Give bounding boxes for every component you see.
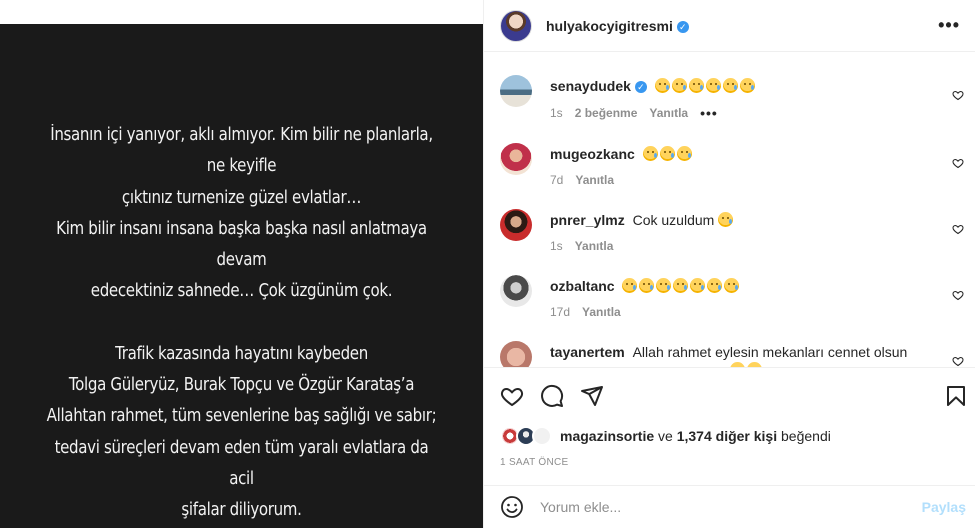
- comment-meta: 1s 2 beğenme Yanıtla •••: [550, 105, 718, 121]
- crying-face-icon: [690, 278, 706, 293]
- liker-username[interactable]: magazinsortie: [560, 428, 654, 444]
- comment-emojis: [642, 146, 694, 162]
- comment-more-button[interactable]: •••: [700, 105, 718, 121]
- post-image-text: İnsanın içi yanıyor, aklı almıyor. Kim b…: [41, 120, 443, 527]
- post-media[interactable]: İnsanın içi yanıyor, aklı almıyor. Kim b…: [0, 0, 483, 528]
- commenter-username[interactable]: ozbaltanc: [550, 278, 615, 294]
- crying-face-icon: [688, 78, 704, 93]
- comment-like-heart-icon[interactable]: [952, 157, 964, 169]
- post-header: hulyakocyigitresmi ✓ •••: [484, 0, 975, 52]
- commenter-avatar[interactable]: [500, 341, 532, 367]
- comment-icon[interactable]: [540, 384, 564, 408]
- liker-avatars[interactable]: [500, 426, 556, 446]
- bookmark-icon[interactable]: [944, 384, 968, 408]
- comment-like-heart-icon[interactable]: [952, 89, 964, 101]
- comment-meta: 7d Yanıtla: [550, 173, 614, 187]
- post-side-panel: hulyakocyigitresmi ✓ ••• senaydudek ✓ 1s 2…: [483, 0, 975, 528]
- comment-likes[interactable]: 2 beğenme: [575, 106, 638, 120]
- commenter-avatar[interactable]: [500, 75, 532, 107]
- likes-count[interactable]: 1,374 diğer kişi: [677, 428, 777, 444]
- post-text-paragraph-2: Trafik kazasında hayatını kaybeden Tolga…: [46, 343, 437, 521]
- comment-emojis: [654, 78, 757, 94]
- commenter-avatar[interactable]: [500, 209, 532, 241]
- liker-avatar: [532, 426, 552, 446]
- post-comment-button[interactable]: Paylaş: [922, 499, 966, 515]
- add-comment-bar: Paylaş: [484, 485, 975, 528]
- share-icon[interactable]: [580, 384, 604, 408]
- reply-button[interactable]: Yanıtla: [575, 239, 614, 253]
- comment-time[interactable]: 1s: [550, 239, 563, 253]
- crying-face-icon: [707, 278, 723, 293]
- reply-button[interactable]: Yanıtla: [575, 173, 614, 187]
- crying-face-icon: [724, 278, 740, 293]
- comment-meta: 1s Yanıtla: [550, 239, 613, 253]
- verified-badge-icon: ✓: [634, 81, 647, 94]
- comments-list[interactable]: senaydudek ✓ 1s 2 beğenme Yanıtla ••• mug…: [484, 52, 975, 367]
- heart-icon[interactable]: [500, 384, 524, 408]
- verified-badge-icon: ✓: [676, 20, 689, 33]
- crying-face-icon: [739, 78, 755, 93]
- comment-emojis: [622, 278, 741, 294]
- emoji-icon[interactable]: [500, 495, 524, 519]
- comment-like-heart-icon[interactable]: [952, 289, 964, 301]
- commenter-username[interactable]: senaydudek: [550, 78, 631, 94]
- comment-text: Cok uzuldum: [632, 212, 715, 228]
- reply-button[interactable]: Yanıtla: [582, 305, 621, 319]
- crying-face-icon: [659, 146, 675, 161]
- commenter-username[interactable]: pnrer_ylmz: [550, 212, 625, 228]
- comment-text: Allah rahmet eylesin mekanları cennet ol…: [632, 344, 908, 360]
- commenter-username[interactable]: mugeozkanc: [550, 146, 635, 162]
- author-avatar[interactable]: [500, 9, 532, 42]
- crying-face-icon: [654, 78, 670, 93]
- post-text-paragraph-1: İnsanın içi yanıyor, aklı almıyor. Kim b…: [50, 125, 433, 302]
- comment-meta: 17d Yanıtla: [550, 305, 621, 319]
- post-image[interactable]: İnsanın içi yanıyor, aklı almıyor. Kim b…: [0, 24, 483, 528]
- liked-by: magazinsortie ve 1,374 diğer kişi beğend…: [500, 426, 831, 446]
- post-timestamp[interactable]: 1 SAAT ÖNCE: [500, 457, 569, 468]
- commenter-avatar[interactable]: [500, 143, 532, 175]
- comment-input[interactable]: [540, 499, 900, 515]
- comment-like-heart-icon[interactable]: [952, 223, 964, 235]
- crying-face-icon: [656, 278, 672, 293]
- commenter-username[interactable]: tayanertem: [550, 344, 625, 360]
- crying-face-icon: [676, 146, 692, 161]
- crying-face-icon: [722, 78, 738, 93]
- post-actions: magazinsortie ve 1,374 diğer kişi beğend…: [484, 367, 975, 485]
- comment-time[interactable]: 17d: [550, 305, 570, 319]
- commenter-avatar[interactable]: [500, 275, 532, 307]
- author-username-text[interactable]: hulyakocyigitresmi: [546, 18, 673, 34]
- author-username[interactable]: hulyakocyigitresmi ✓: [546, 18, 689, 34]
- crying-face-icon: [639, 278, 655, 293]
- crying-face-icon: [622, 278, 638, 293]
- more-options-button[interactable]: •••: [938, 16, 960, 34]
- comment-like-heart-icon[interactable]: [952, 355, 964, 367]
- reply-button[interactable]: Yanıtla: [649, 106, 688, 120]
- media-top-strip: [0, 0, 483, 24]
- comment-time[interactable]: 7d: [550, 173, 563, 187]
- crying-face-icon: [705, 78, 721, 93]
- crying-face-icon: [671, 78, 687, 93]
- crying-face-icon: [642, 146, 658, 161]
- comment-time[interactable]: 1s: [550, 106, 563, 120]
- crying-face-icon: [673, 278, 689, 293]
- crying-face-icon: [718, 212, 734, 227]
